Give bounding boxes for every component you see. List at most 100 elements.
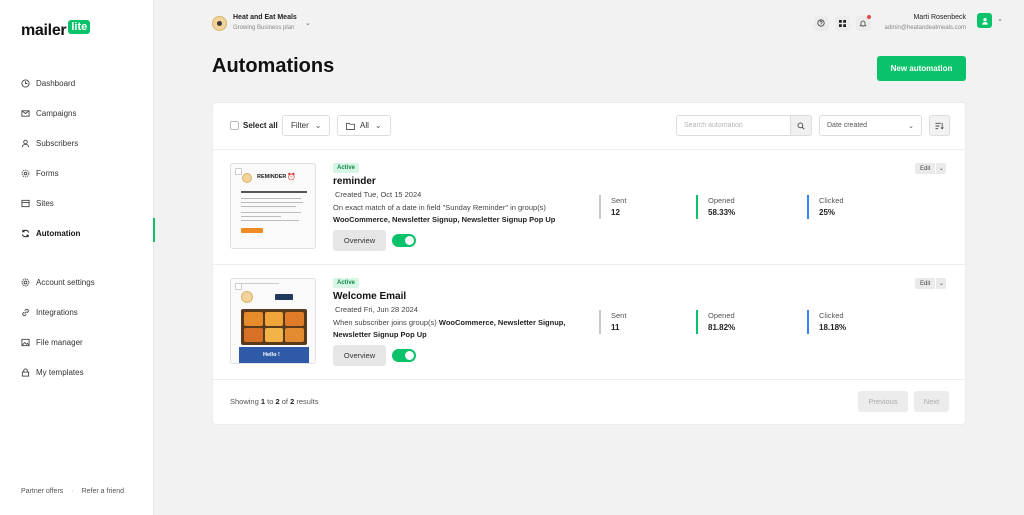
previous-page-button[interactable]: Previous [858,391,908,412]
results-word: results [296,397,319,406]
chevron-down-icon[interactable]: ⌄ [935,278,947,289]
header-actions: Marti Rosenbeck admin@heatandeatmeals.co… [808,13,1003,33]
thumb-title: Hello ! [263,352,280,358]
sidebar-item-forms[interactable]: Forms [0,158,154,188]
sidebar-item-sites[interactable]: Sites [0,188,154,218]
edit-button-group: Edit ⌄ [915,278,947,289]
sidebar-item-label: Account settings [36,277,95,287]
partner-offers-link[interactable]: Partner offers [21,488,63,495]
edit-button[interactable]: Edit [915,163,936,174]
new-automation-button[interactable]: New automation [877,56,966,81]
search-button[interactable] [790,116,811,135]
stat-label: Sent [611,311,627,320]
thumb-line [241,206,296,207]
trigger-text: When subscriber joins group(s) [333,318,437,327]
mail-icon [21,109,30,118]
help-button[interactable] [813,15,829,31]
search-input[interactable] [677,122,791,129]
sidebar-item-subscribers[interactable]: Subscribers [0,128,154,158]
sidebar-item-integrations[interactable]: Integrations [0,297,154,327]
edit-button[interactable]: Edit [915,278,936,289]
chevron-down-icon: ⌄ [314,121,322,130]
sidebar-item-account-settings[interactable]: Account settings [0,267,154,297]
stat-sent: Sent 11 [599,310,626,334]
clock-icon [21,78,30,88]
sidebar-item-label: Automation [36,228,81,238]
apps-button[interactable] [834,15,850,31]
chevron-down-icon[interactable]: ⌄ [997,15,1003,23]
overview-button[interactable]: Overview [333,230,386,251]
next-page-button[interactable]: Next [914,391,949,412]
filter-dropdown[interactable]: Filter ⌄ [282,115,331,136]
sidebar-item-campaigns[interactable]: Campaigns [0,98,154,128]
notifications-button[interactable] [855,14,871,31]
user-info[interactable]: Marti Rosenbeck admin@heatandeatmeals.co… [885,13,966,33]
user-avatar[interactable] [977,13,992,28]
email-preview-thumbnail[interactable]: Hello ! [230,278,316,364]
refer-friend-link[interactable]: Refer a friend [82,488,124,495]
trigger-description: When subscriber joins group(s) WooCommer… [333,317,568,341]
overview-button[interactable]: Overview [333,345,386,366]
thumb-logo [241,291,253,303]
sort-label: Date created [827,122,868,129]
row-checkbox[interactable] [235,283,242,290]
automations-card: Select all Filter ⌄ All ⌄ Date created ⌄ [212,102,966,425]
to-word: to [267,397,274,406]
select-all-checkbox[interactable] [230,121,239,130]
active-toggle[interactable] [392,349,416,362]
user-name: Marti Rosenbeck [913,14,966,21]
sidebar-nav: Dashboard Campaigns Subscribers Forms Si… [0,68,155,387]
link-icon [21,308,30,317]
sort-order-button[interactable] [929,115,950,136]
active-toggle[interactable] [392,234,416,247]
sidebar-item-my-templates[interactable]: My templates [0,357,154,387]
page-title: Automations [212,55,335,77]
sidebar-item-label: Integrations [36,307,78,317]
row-checkbox[interactable] [235,168,242,175]
email-preview-thumbnail[interactable]: REMINDER ⏰ [230,163,316,249]
stat-value: 18.18% [819,323,847,332]
sort-dropdown[interactable]: Date created ⌄ [819,115,922,136]
lock-icon [21,367,30,377]
showing-word: Showing [230,397,259,406]
automation-title[interactable]: Welcome Email [333,291,406,302]
stat-value: 25% [819,208,836,217]
account-switcher[interactable]: Heat and Eat Meals Growing Business plan… [212,13,311,33]
account-name: Heat and Eat Meals [233,14,297,21]
logo-badge: lite [68,20,91,34]
chevron-down-icon: ⌄ [908,122,914,130]
search-box [676,115,812,136]
user-icon [981,17,988,25]
sidebar-item-file-manager[interactable]: File manager [0,327,154,357]
stat-label: Opened [708,196,735,205]
chevron-down-icon: ⌄ [304,20,311,27]
folder-label: All [360,121,369,130]
thumb-line [241,191,307,193]
logo-word: mailer [21,22,67,39]
folder-dropdown[interactable]: All ⌄ [337,115,391,136]
automation-title[interactable]: reminder [333,176,376,187]
stat-clicked: Clicked 25% [807,195,844,219]
chevron-down-icon[interactable]: ⌄ [935,163,947,174]
sidebar-item-label: Forms [36,168,59,178]
sidebar-item-label: Subscribers [36,138,79,148]
results-total: 2 [290,397,295,406]
sidebar-item-automation[interactable]: Automation [0,218,155,248]
stat-opened: Opened 81.82% [696,310,735,334]
bell-icon [859,20,867,27]
toolbar: Select all Filter ⌄ All ⌄ Date created ⌄ [213,103,965,150]
sidebar-item-label: Sites [36,198,54,208]
stat-label: Sent [611,196,627,205]
user-email: admin@heatandeatmeals.com [884,25,966,31]
account-plan: Growing Business plan [233,25,295,31]
help-icon [817,19,825,27]
alarm-clock-icon: ⏰ [287,174,296,181]
sidebar-item-label: Campaigns [36,108,77,118]
mailerlite-logo[interactable]: mailer lite [21,20,91,40]
sidebar-item-label: Dashboard [36,78,76,88]
thumb-line [241,220,299,221]
sidebar-item-dashboard[interactable]: Dashboard [0,68,154,98]
automation-row: Hello ! Active Welcome Email Created Fri… [213,265,965,380]
automation-row: REMINDER ⏰ Active reminder Created Tue, … [213,150,965,265]
select-all-label[interactable]: Select all [243,121,278,130]
